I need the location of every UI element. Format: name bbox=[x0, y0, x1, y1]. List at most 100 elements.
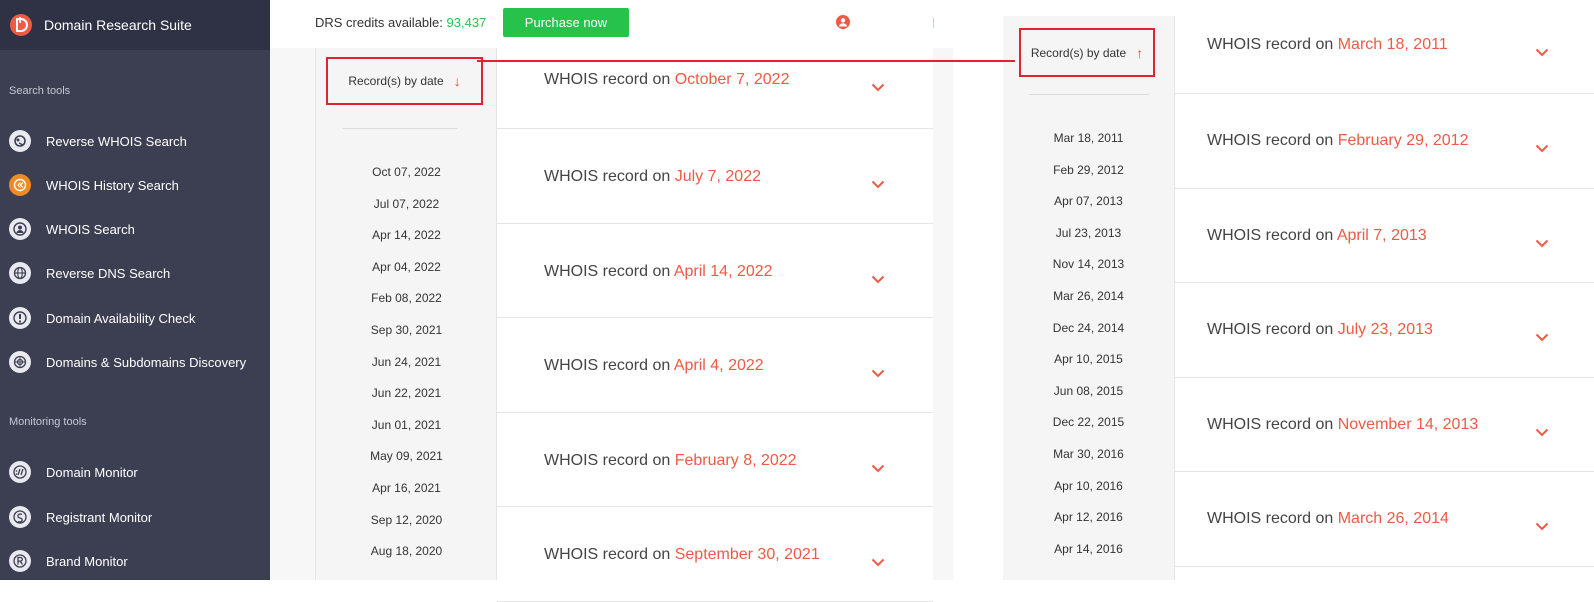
date-list-item[interactable]: Mar 30, 2016 bbox=[1003, 447, 1174, 461]
nav-domains-subdomains-discovery[interactable]: Domains & Subdomains Discovery bbox=[9, 348, 246, 376]
sort-by-date-asc-button[interactable]: Record(s) by date ↑ bbox=[1019, 28, 1155, 77]
record-title: WHOIS record on April 14, 2022 bbox=[544, 263, 773, 281]
whois-record-row[interactable]: WHOIS record on February 8, 2022 bbox=[497, 412, 933, 507]
chevron-down-icon[interactable] bbox=[1535, 140, 1549, 153]
record-prefix: WHOIS record on bbox=[1207, 132, 1334, 149]
record-date: September 30, 2021 bbox=[674, 546, 820, 563]
whois-record-row[interactable]: WHOIS record on March 26, 2014 bbox=[1175, 471, 1594, 567]
date-list-item[interactable]: Jun 01, 2021 bbox=[316, 418, 497, 432]
date-list-item[interactable]: Jun 08, 2015 bbox=[1003, 384, 1174, 398]
record-date: March 18, 2011 bbox=[1337, 36, 1448, 53]
record-prefix: WHOIS record on bbox=[1207, 226, 1334, 244]
nav-brand-monitor[interactable]: Brand Monitor bbox=[9, 547, 128, 575]
exclamation-icon bbox=[9, 307, 31, 329]
right-gutter bbox=[933, 48, 953, 580]
chevron-down-icon[interactable] bbox=[1535, 424, 1549, 436]
nav-registrant-monitor[interactable]: Registrant Monitor bbox=[9, 503, 152, 531]
record-title: WHOIS record on September 30, 2021 bbox=[544, 546, 820, 564]
globe-icon bbox=[9, 262, 31, 284]
date-list-item[interactable]: Jul 07, 2022 bbox=[316, 197, 497, 211]
record-prefix: WHOIS record on bbox=[544, 168, 671, 185]
credits-value: 93,437 bbox=[446, 15, 487, 30]
chevron-down-icon[interactable] bbox=[871, 460, 885, 472]
whois-record-row[interactable]: WHOIS record on November 14, 2013 bbox=[1175, 377, 1594, 472]
record-date: October 7, 2022 bbox=[674, 71, 790, 88]
record-date: February 8, 2022 bbox=[674, 451, 797, 469]
chevron-down-icon[interactable] bbox=[871, 79, 885, 92]
date-list-item[interactable]: Jun 22, 2021 bbox=[316, 386, 497, 400]
nav-whois-search[interactable]: WHOIS Search bbox=[9, 215, 135, 243]
date-list-item[interactable]: Apr 10, 2016 bbox=[1003, 479, 1174, 493]
whois-record-row[interactable]: WHOIS record on July 23, 2013 bbox=[1175, 282, 1594, 378]
nav-reverse-whois-search[interactable]: Reverse WHOIS Search bbox=[9, 127, 187, 155]
nav-whois-history-search[interactable]: WHOIS History Search bbox=[9, 171, 179, 199]
account-icon[interactable] bbox=[836, 15, 850, 29]
reverse-whois-icon bbox=[9, 130, 31, 152]
date-list-item[interactable]: Jun 24, 2021 bbox=[316, 355, 497, 369]
search-tools-label: Search tools bbox=[9, 85, 71, 97]
date-list-item[interactable]: Feb 08, 2022 bbox=[316, 291, 497, 305]
date-list-item[interactable]: Mar 18, 2011 bbox=[1003, 131, 1174, 145]
monitoring-tools-label: Monitoring tools bbox=[9, 416, 87, 428]
date-list-item[interactable]: Apr 12, 2016 bbox=[1003, 510, 1174, 524]
date-list-item[interactable]: May 09, 2021 bbox=[316, 449, 497, 463]
chevron-down-icon[interactable] bbox=[1535, 518, 1549, 531]
date-list-item[interactable]: Nov 14, 2013 bbox=[1003, 257, 1174, 271]
chevron-down-icon[interactable] bbox=[1535, 44, 1549, 57]
purchase-now-button[interactable]: Purchase now bbox=[503, 8, 629, 37]
nav-reverse-dns-search[interactable]: Reverse DNS Search bbox=[9, 259, 170, 287]
date-list-item[interactable]: Dec 24, 2014 bbox=[1003, 321, 1174, 335]
chevron-down-icon[interactable] bbox=[1535, 329, 1549, 342]
date-list-item[interactable]: Mar 26, 2014 bbox=[1003, 289, 1174, 303]
whois-record-row[interactable]: WHOIS record on July 7, 2022 bbox=[497, 128, 933, 224]
date-list-item[interactable]: Oct 07, 2022 bbox=[316, 165, 497, 179]
date-list-item[interactable]: Aug 18, 2020 bbox=[316, 544, 497, 558]
record-date: July 7, 2022 bbox=[674, 168, 761, 185]
date-list-item[interactable]: Apr 14, 2022 bbox=[316, 228, 497, 242]
sort-by-date-desc-button[interactable]: Record(s) by date ↓ bbox=[326, 57, 483, 105]
date-list-item[interactable]: Apr 04, 2022 bbox=[316, 260, 497, 274]
chevron-down-icon[interactable] bbox=[871, 271, 885, 283]
date-list-item[interactable]: Apr 16, 2021 bbox=[316, 481, 497, 495]
date-divider bbox=[343, 128, 457, 129]
nav-domain-availability-check[interactable]: Domain Availability Check bbox=[9, 304, 195, 332]
whois-record-row[interactable]: WHOIS record on March 18, 2011 bbox=[1175, 16, 1594, 94]
sort-label: Record(s) by date bbox=[1030, 45, 1127, 60]
whois-record-row[interactable]: WHOIS record on April 7, 2013 bbox=[1175, 188, 1594, 283]
record-date: February 29, 2012 bbox=[1337, 132, 1469, 149]
record-prefix: WHOIS record on bbox=[1207, 321, 1334, 338]
record-prefix: WHOIS record on bbox=[544, 262, 671, 280]
date-list-item[interactable]: Sep 30, 2021 bbox=[316, 323, 497, 337]
whois-record-row[interactable]: WHOIS record on September 30, 2021 bbox=[497, 506, 933, 602]
chevron-down-icon[interactable] bbox=[871, 365, 885, 378]
date-list-item[interactable]: Apr 10, 2015 bbox=[1003, 352, 1174, 366]
date-list-item[interactable]: Dec 22, 2015 bbox=[1003, 415, 1174, 429]
date-list-item[interactable]: Sep 12, 2020 bbox=[316, 513, 497, 527]
chevron-down-icon[interactable] bbox=[871, 554, 885, 567]
date-list-item[interactable]: Jul 23, 2013 bbox=[1003, 226, 1174, 240]
whois-record-row[interactable]: WHOIS record on February 29, 2012 bbox=[1175, 93, 1594, 189]
registrant-icon bbox=[9, 506, 31, 528]
nav-label: Brand Monitor bbox=[46, 553, 128, 569]
whois-record-row[interactable]: WHOIS record on April 4, 2022 bbox=[497, 317, 933, 413]
nav-domain-monitor[interactable]: Domain Monitor bbox=[9, 458, 138, 486]
record-title: WHOIS record on July 23, 2013 bbox=[1207, 321, 1433, 339]
record-date: March 26, 2014 bbox=[1337, 510, 1449, 527]
record-date: November 14, 2013 bbox=[1337, 415, 1479, 433]
chevron-down-icon[interactable] bbox=[1535, 235, 1549, 247]
date-list-item[interactable]: Feb 29, 2012 bbox=[1003, 163, 1174, 177]
slash-icon bbox=[9, 461, 31, 483]
brand-header[interactable]: Domain Research Suite bbox=[0, 0, 270, 50]
whois-record-row[interactable]: WHOIS record on April 14, 2022 bbox=[497, 223, 933, 318]
left-records-list: WHOIS record on October 7, 2022 WHOIS rec… bbox=[496, 48, 934, 602]
nav-label: Domain Monitor bbox=[46, 464, 138, 480]
date-list-item[interactable]: Apr 14, 2016 bbox=[1003, 542, 1174, 556]
record-prefix: WHOIS record on bbox=[544, 451, 671, 469]
drs-logo-icon bbox=[10, 14, 32, 36]
date-divider bbox=[1029, 94, 1149, 95]
date-list-item[interactable]: Apr 07, 2013 bbox=[1003, 194, 1174, 208]
record-title: WHOIS record on April 4, 2022 bbox=[544, 357, 764, 375]
chevron-down-icon[interactable] bbox=[871, 176, 885, 189]
record-title: WHOIS record on February 8, 2022 bbox=[544, 452, 797, 470]
sidebar: Domain Research Suite Search tools Rever… bbox=[0, 0, 270, 580]
